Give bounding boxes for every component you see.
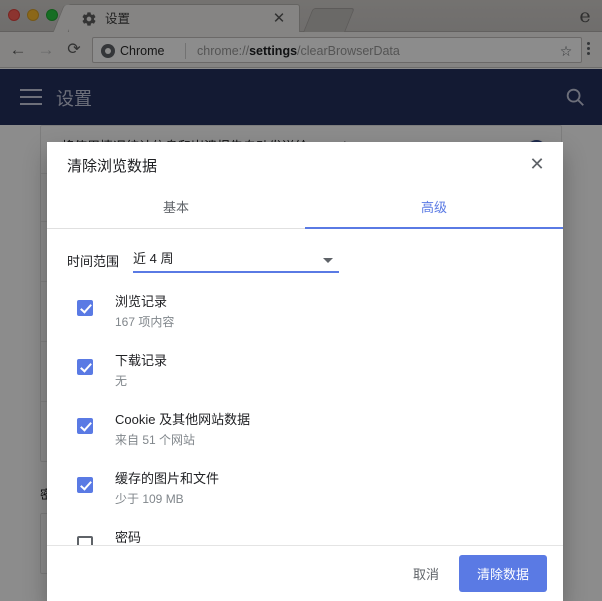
list-item-subtitle: 167 项内容 <box>115 315 175 329</box>
list-item-subtitle: 无 <box>115 374 128 388</box>
checkbox[interactable] <box>77 536 93 545</box>
time-range-field: 时间范围 近 4 周 <box>67 249 563 273</box>
data-type-list: 浏览记录 167 项内容 下载记录 无 Cookie 及其他网站数据 来自 51… <box>47 291 563 545</box>
clear-browsing-data-dialog: 清除浏览数据 ✕ 基本 高级 时间范围 近 4 周 浏览记录 167 项内容 下… <box>47 142 563 601</box>
list-item-title: 密码 <box>115 530 142 545</box>
checkbox[interactable] <box>77 300 93 316</box>
time-range-select[interactable]: 近 4 周 <box>133 249 340 273</box>
clear-data-button[interactable]: 清除数据 <box>458 555 547 592</box>
browser-window: 设置 ✕ e ← → ⟳ Chrome chrome://settings/cl… <box>0 0 602 601</box>
dialog-header: 清除浏览数据 ✕ <box>47 142 563 188</box>
dialog-footer: 取消 清除数据 <box>47 545 563 601</box>
list-item-title: Cookie 及其他网站数据 <box>115 412 251 427</box>
time-range-label: 时间范围 <box>67 254 120 269</box>
chevron-down-icon <box>323 258 334 263</box>
list-item-title: 下载记录 <box>115 353 168 368</box>
dialog-title: 清除浏览数据 <box>67 158 158 175</box>
close-icon[interactable]: ✕ <box>525 153 549 177</box>
list-item-browsing-history[interactable]: 浏览记录 167 项内容 <box>67 291 543 350</box>
tab-advanced[interactable]: 高级 <box>305 188 563 229</box>
checkbox[interactable] <box>77 418 93 434</box>
list-item-cached-images[interactable]: 缓存的图片和文件 少于 109 MB <box>67 468 543 527</box>
checkbox[interactable] <box>77 477 93 493</box>
list-item-title: 缓存的图片和文件 <box>115 471 220 486</box>
list-item-title: 浏览记录 <box>115 294 168 309</box>
dialog-tabs: 基本 高级 <box>47 188 563 229</box>
list-item-passwords[interactable]: 密码 无 <box>67 527 543 545</box>
list-item-subtitle: 来自 51 个网站 <box>115 433 196 447</box>
checkbox[interactable] <box>77 359 93 375</box>
list-item-download-history[interactable]: 下载记录 无 <box>67 350 543 409</box>
tab-basic[interactable]: 基本 <box>47 188 305 228</box>
list-item-subtitle: 少于 109 MB <box>115 492 184 506</box>
list-item-cookies[interactable]: Cookie 及其他网站数据 来自 51 个网站 <box>67 409 543 468</box>
time-range-value: 近 4 周 <box>133 251 174 266</box>
cancel-button[interactable]: 取消 <box>399 556 453 591</box>
dialog-body: 时间范围 近 4 周 浏览记录 167 项内容 下载记录 无 Cookie 及其… <box>47 229 563 545</box>
